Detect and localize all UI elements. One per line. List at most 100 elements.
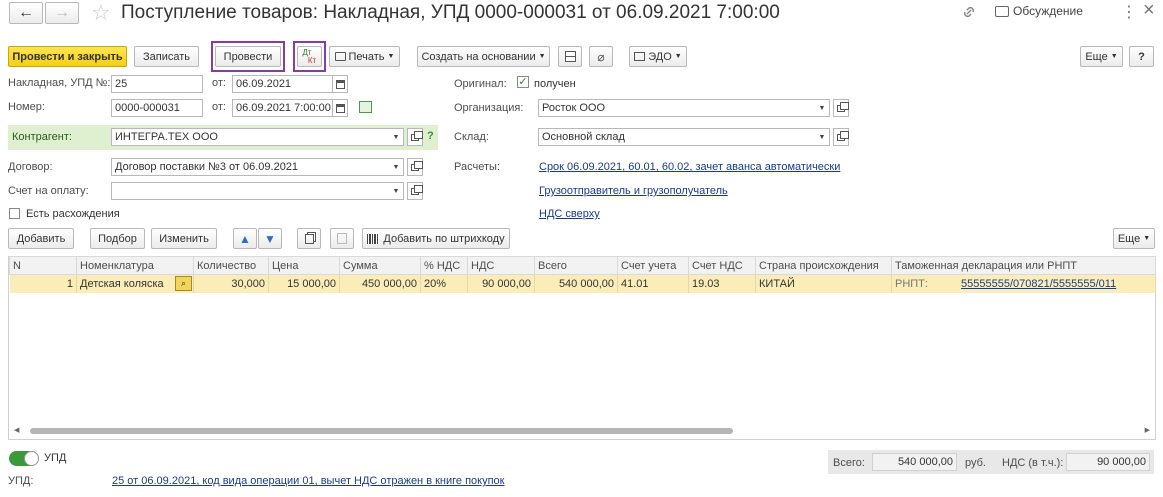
column-header[interactable]: % НДС (420, 256, 468, 275)
discussion-button[interactable]: Обсуждение (995, 4, 1083, 18)
contract-open-button[interactable] (407, 158, 423, 176)
contract-dropdown-button[interactable]: ▼ (389, 158, 404, 176)
chevron-down-icon: ▼ (392, 187, 400, 195)
save-button[interactable]: Записать (134, 46, 199, 67)
copy-row-button[interactable] (297, 228, 321, 249)
organization-dropdown-button[interactable]: ▼ (815, 99, 830, 117)
horizontal-scrollbar[interactable]: ◀ ▶ (10, 425, 1154, 437)
rnpt-link[interactable]: 55555555/070821/5555555/011 (961, 278, 1116, 290)
vat-total-value: 90 000,00 (1097, 456, 1146, 468)
cell-vat[interactable]: 90 000,00 (467, 274, 535, 293)
column-header[interactable]: Цена (268, 256, 340, 275)
cell-n[interactable]: 1 (9, 274, 77, 293)
column-header[interactable]: Номенклатура (76, 256, 194, 275)
column-header[interactable]: Страна происхождения (755, 256, 892, 275)
contract-field[interactable]: Договор поставки №3 от 06.09.2021 (111, 158, 391, 176)
chevron-down-icon: ▼ (392, 163, 400, 171)
invoice-number-field[interactable]: 25 (111, 75, 203, 93)
add-by-barcode-button[interactable]: Добавить по штрихкоду (362, 228, 510, 249)
warehouse-dropdown-button[interactable]: ▼ (815, 128, 830, 146)
move-up-button[interactable]: ▲ (233, 228, 257, 249)
column-header[interactable]: Всего (534, 256, 618, 275)
settlements-label: Расчеты: (454, 161, 500, 173)
chevron-down-icon: ▼ (1143, 235, 1151, 242)
more-menu-icon[interactable]: ⋮ (1121, 2, 1137, 22)
cell-vat-rate[interactable]: 20% (420, 274, 468, 293)
scroll-left-icon[interactable]: ◀ (14, 426, 19, 434)
create-based-on-button[interactable]: Создать на основании ▼ (417, 46, 550, 67)
column-header[interactable]: Счет учета (617, 256, 689, 275)
link-icon[interactable] (960, 4, 978, 20)
cell-item[interactable]: Детская коляска ⌕ (76, 274, 194, 293)
warehouse-open-button[interactable] (833, 128, 849, 146)
discrepancies-checkbox[interactable] (9, 208, 20, 219)
total-label: Всего: (833, 457, 865, 469)
structure-button[interactable] (558, 46, 582, 67)
upd-toggle[interactable] (9, 451, 39, 466)
cell-total[interactable]: 540 000,00 (534, 274, 618, 293)
table-more-button[interactable]: Еще ▼ (1113, 228, 1155, 249)
contractor-open-button[interactable] (407, 128, 423, 146)
warehouse-field[interactable]: Основной склад (538, 128, 817, 146)
invoice-date-calendar-button[interactable] (333, 75, 348, 93)
column-header[interactable]: N (9, 256, 77, 275)
change-number-icon[interactable] (359, 101, 372, 113)
scrollbar-thumb[interactable] (30, 428, 733, 434)
item-select-icon[interactable]: ⌕ (175, 276, 192, 291)
organization-field[interactable]: Росток ООО (538, 99, 817, 117)
total-field: 540 000,00 (872, 453, 957, 471)
forward-button[interactable]: → (45, 2, 79, 24)
payment-invoice-open-button[interactable] (407, 182, 423, 200)
move-down-button[interactable]: ▼ (258, 228, 282, 249)
cell-sum[interactable]: 450 000,00 (339, 274, 421, 293)
shipper-consignee-link[interactable]: Грузоотправитель и грузополучатель (539, 185, 728, 197)
column-header[interactable]: НДС (467, 256, 535, 275)
pick-button[interactable]: Подбор (90, 228, 145, 249)
number-date-calendar-button[interactable] (333, 99, 348, 117)
organization-open-button[interactable] (833, 99, 849, 117)
cell-account[interactable]: 41.01 (617, 274, 689, 293)
cell-price[interactable]: 15 000,00 (268, 274, 340, 293)
scroll-right-icon[interactable]: ▶ (1145, 426, 1150, 434)
settlements-link[interactable]: Срок 06.09.2021, 60.01, 60.02, зачет ава… (539, 161, 840, 173)
number-field[interactable]: 0000-000031 (111, 99, 203, 117)
cell-qty[interactable]: 30,000 (193, 274, 269, 293)
cell-country[interactable]: КИТАЙ (755, 274, 892, 293)
contractor-field[interactable]: ИНТЕГРА.ТЕХ ООО (111, 128, 391, 146)
contractor-help-icon[interactable]: ? (427, 130, 434, 142)
vat-on-top-link[interactable]: НДС сверху (539, 208, 600, 220)
contractor-dropdown-button[interactable]: ▼ (389, 128, 404, 146)
chevron-down-icon: ▼ (387, 53, 395, 60)
discrepancies-label: Есть расхождения (26, 208, 120, 220)
attach-button[interactable]: ⌀ (589, 46, 613, 67)
calendar-icon (335, 79, 345, 89)
paste-row-button[interactable] (330, 228, 354, 249)
favorite-star-icon[interactable]: ☆ (91, 0, 111, 26)
total-value: 540 000,00 (897, 456, 953, 468)
payment-invoice-dropdown-button[interactable]: ▼ (389, 182, 404, 200)
help-button[interactable]: ? (1129, 46, 1154, 67)
cell-vat-account[interactable]: 19.03 (688, 274, 756, 293)
invoice-date-field[interactable]: 06.09.2021 (232, 75, 333, 93)
arrow-down-icon: ▼ (264, 231, 276, 246)
payment-invoice-field[interactable] (111, 182, 391, 200)
more-label: Еще (1085, 50, 1108, 63)
close-icon[interactable]: × (1143, 0, 1155, 22)
edo-button[interactable]: ЭДО ▼ (629, 46, 687, 67)
warehouse-label: Склад: (454, 131, 489, 143)
more-button[interactable]: Еще ▼ (1080, 46, 1123, 67)
add-row-button[interactable]: Добавить (8, 228, 74, 249)
original-checkbox[interactable]: ✓ (517, 76, 529, 88)
column-header[interactable]: Счет НДС (688, 256, 756, 275)
column-header[interactable]: Количество (193, 256, 269, 275)
cell-rnpt[interactable]: РНПТ: 55555555/070821/5555555/011 (891, 274, 1156, 293)
table-row[interactable]: 1 Детская коляска ⌕ 30,000 15 000,00 450… (9, 274, 1156, 293)
print-button[interactable]: Печать ▼ (329, 46, 400, 67)
back-button[interactable]: ← (9, 2, 43, 24)
post-and-close-button[interactable]: Провести и закрыть (8, 46, 127, 67)
upd-link[interactable]: 25 от 06.09.2021, код вида операции 01, … (112, 475, 504, 487)
column-header[interactable]: Таможенная декларация или РНПТ (891, 256, 1156, 275)
column-header[interactable]: Сумма (339, 256, 421, 275)
edit-button[interactable]: Изменить (151, 228, 217, 249)
number-date-field[interactable]: 06.09.2021 7:00:00 (232, 99, 333, 117)
